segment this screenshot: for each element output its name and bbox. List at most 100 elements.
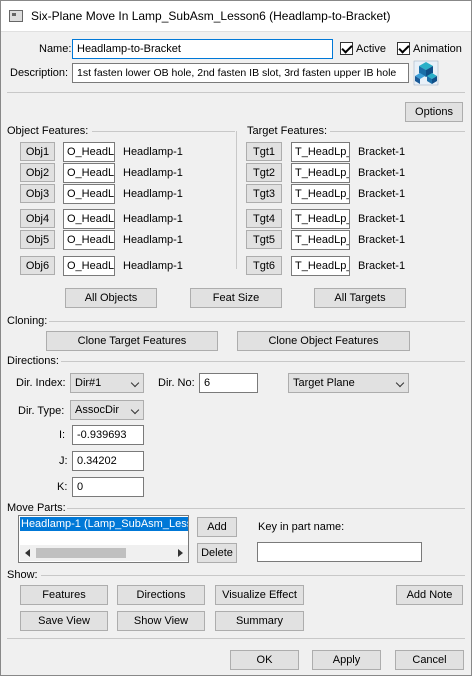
- header-separator: [7, 92, 465, 93]
- tgt-part-label-3: Bracket-1: [358, 188, 406, 200]
- scroll-thumb[interactable]: [36, 548, 126, 558]
- tgt-part-label-1: Bracket-1: [358, 146, 406, 158]
- chevron-down-icon: [130, 405, 140, 415]
- feat-size-button[interactable]: Feat Size: [190, 288, 282, 308]
- dialog-window: Six-Plane Move In Lamp_SubAsm_Lesson6 (H…: [0, 0, 472, 676]
- obj-button-3[interactable]: Obj3: [20, 184, 55, 203]
- tgt-button-4[interactable]: Tgt4: [246, 209, 282, 228]
- list-item[interactable]: Headlamp-1 (Lamp_SubAsm_Lesson6): [20, 517, 188, 531]
- animation-label: Animation: [413, 43, 462, 55]
- ok-button[interactable]: OK: [230, 650, 299, 670]
- directions-label: Directions:: [7, 355, 59, 367]
- tgt-button-3[interactable]: Tgt3: [246, 184, 282, 203]
- move-parts-list[interactable]: Headlamp-1 (Lamp_SubAsm_Lesson6): [18, 515, 189, 563]
- tgt-button-2[interactable]: Tgt2: [246, 163, 282, 182]
- directions-line: [61, 361, 465, 362]
- tgt-feature-field-5[interactable]: T_HeadLp_: [291, 230, 350, 250]
- scroll-right-icon[interactable]: [178, 549, 183, 557]
- obj-feature-field-2[interactable]: O_HeadL: [63, 163, 115, 183]
- object-features-line: [92, 131, 235, 132]
- visualize-effect-button[interactable]: Visualize Effect: [215, 585, 304, 605]
- delete-part-button[interactable]: Delete: [197, 543, 237, 563]
- all-targets-button[interactable]: All Targets: [314, 288, 406, 308]
- cloning-label: Cloning:: [7, 315, 48, 327]
- active-label: Active: [356, 43, 386, 55]
- name-field[interactable]: Headlamp-to-Bracket: [72, 39, 333, 59]
- show-view-button[interactable]: Show View: [117, 611, 205, 631]
- show-label: Show:: [7, 569, 38, 581]
- obj-button-1[interactable]: Obj1: [20, 142, 55, 161]
- assembly-cubes-icon[interactable]: [413, 60, 439, 86]
- active-checkbox[interactable]: [340, 42, 353, 55]
- animation-checkbox[interactable]: [397, 42, 410, 55]
- j-field[interactable]: 0.34202: [72, 451, 144, 471]
- window-icon: [9, 10, 23, 22]
- cloning-line: [49, 321, 465, 322]
- dir-type-label: Dir. Type:: [18, 405, 65, 417]
- tgt-button-5[interactable]: Tgt5: [246, 230, 282, 249]
- cancel-button[interactable]: Cancel: [395, 650, 464, 670]
- options-button[interactable]: Options: [405, 102, 463, 122]
- part-name-input[interactable]: [257, 542, 422, 562]
- obj-feature-field-1[interactable]: O_HeadL: [63, 142, 115, 162]
- tgt-feature-field-2[interactable]: T_HeadLp_: [291, 163, 350, 183]
- add-note-button[interactable]: Add Note: [396, 585, 463, 605]
- add-part-button[interactable]: Add: [197, 517, 237, 537]
- j-label: J:: [59, 455, 68, 467]
- obj-feature-field-5[interactable]: O_HeadL: [63, 230, 115, 250]
- tgt-feature-field-1[interactable]: T_HeadLp_: [291, 142, 350, 162]
- show-features-button[interactable]: Features: [20, 585, 108, 605]
- obj-button-2[interactable]: Obj2: [20, 163, 55, 182]
- tgt-feature-field-3[interactable]: T_HeadLp_: [291, 184, 350, 204]
- obj-part-label-2: Headlamp-1: [123, 167, 183, 179]
- key-in-part-label: Key in part name:: [258, 521, 345, 533]
- k-field[interactable]: 0: [72, 477, 144, 497]
- move-parts-line: [67, 508, 465, 509]
- dir-index-label: Dir. Index:: [16, 377, 66, 389]
- object-features-label: Object Features:: [7, 125, 89, 137]
- features-divider: [236, 131, 237, 269]
- tgt-part-label-4: Bracket-1: [358, 213, 406, 225]
- obj-feature-field-4[interactable]: O_HeadL: [63, 209, 115, 229]
- chevron-down-icon: [130, 378, 140, 388]
- save-view-button[interactable]: Save View: [20, 611, 108, 631]
- clone-target-features-button[interactable]: Clone Target Features: [46, 331, 218, 351]
- obj-button-6[interactable]: Obj6: [20, 256, 55, 275]
- tgt-button-1[interactable]: Tgt1: [246, 142, 282, 161]
- tgt-part-label-5: Bracket-1: [358, 234, 406, 246]
- horizontal-scrollbar[interactable]: [20, 545, 188, 561]
- clone-object-features-button[interactable]: Clone Object Features: [237, 331, 410, 351]
- description-field[interactable]: 1st fasten lower OB hole, 2nd fasten IB …: [72, 63, 409, 83]
- dir-type-value: AssocDir: [75, 404, 120, 416]
- obj-button-5[interactable]: Obj5: [20, 230, 55, 249]
- obj-button-4[interactable]: Obj4: [20, 209, 55, 228]
- obj-part-label-5: Headlamp-1: [123, 234, 183, 246]
- obj-part-label-3: Headlamp-1: [123, 188, 183, 200]
- summary-button[interactable]: Summary: [215, 611, 304, 631]
- dir-type-select[interactable]: AssocDir: [70, 400, 144, 420]
- scroll-left-icon[interactable]: [25, 549, 30, 557]
- name-label: Name:: [39, 43, 72, 55]
- apply-button[interactable]: Apply: [312, 650, 381, 670]
- plane-select[interactable]: Target Plane: [288, 373, 409, 393]
- target-features-line: [330, 131, 465, 132]
- tgt-button-6[interactable]: Tgt6: [246, 256, 282, 275]
- plane-value: Target Plane: [293, 377, 355, 389]
- dir-no-field[interactable]: 6: [199, 373, 258, 393]
- dir-index-select[interactable]: Dir#1: [70, 373, 144, 393]
- i-field[interactable]: -0.939693: [72, 425, 144, 445]
- target-features-label: Target Features:: [247, 125, 328, 137]
- obj-part-label-1: Headlamp-1: [123, 146, 183, 158]
- tgt-feature-field-4[interactable]: T_HeadLp_: [291, 209, 350, 229]
- i-label: I:: [59, 429, 66, 441]
- tgt-feature-field-6[interactable]: T_HeadLp_: [291, 256, 350, 276]
- dir-index-value: Dir#1: [75, 377, 102, 389]
- chevron-down-icon: [395, 378, 405, 388]
- obj-part-label-4: Headlamp-1: [123, 213, 183, 225]
- show-directions-button[interactable]: Directions: [117, 585, 205, 605]
- obj-feature-field-6[interactable]: O_HeadL: [63, 256, 115, 276]
- show-line: [41, 575, 465, 576]
- k-label: K:: [57, 481, 68, 493]
- obj-feature-field-3[interactable]: O_HeadL: [63, 184, 115, 204]
- all-objects-button[interactable]: All Objects: [65, 288, 157, 308]
